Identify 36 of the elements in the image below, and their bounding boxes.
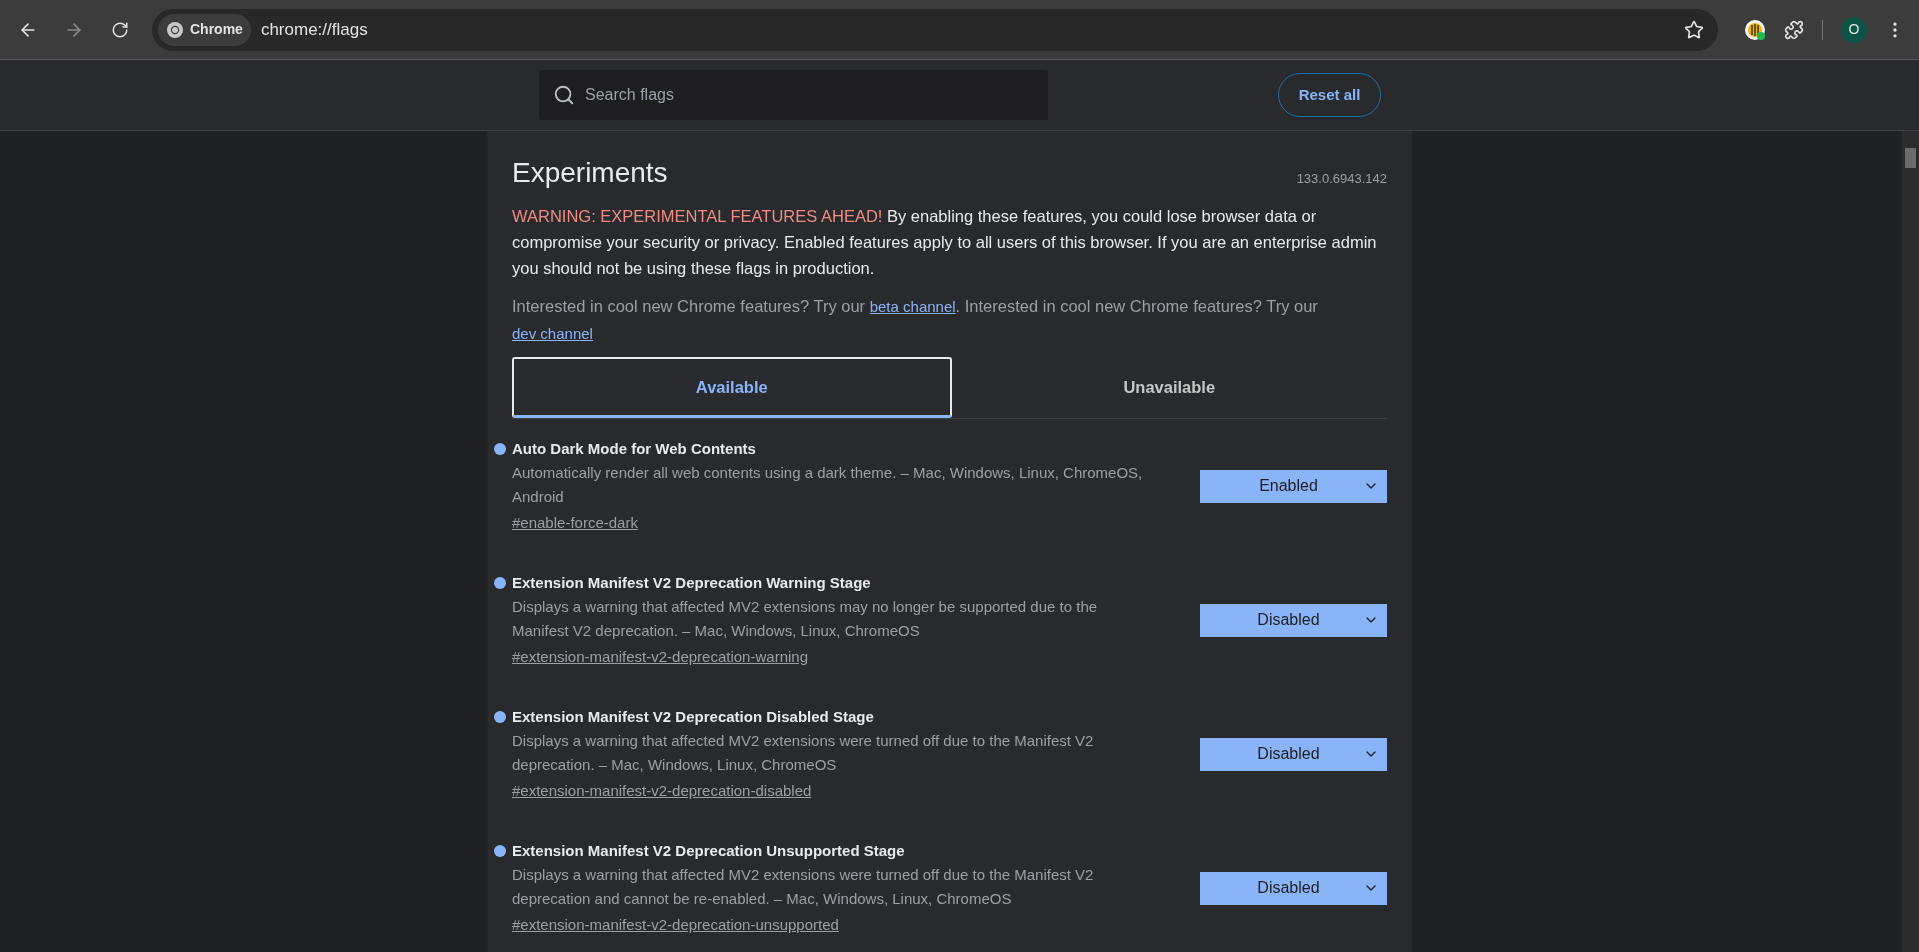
reload-icon bbox=[111, 20, 129, 39]
page-title: Experiments bbox=[512, 156, 668, 190]
channel-link[interactable]: beta channel bbox=[869, 298, 956, 315]
flag-select[interactable]: Enabled bbox=[1200, 469, 1387, 503]
flag-title: Extension Manifest V2 Deprecation Disabled Stage bbox=[512, 707, 874, 727]
flag-description: Automatically render all web contents using a dark theme. – Mac, Windows, Linux, ChromeOS, Android bbox=[512, 463, 1144, 507]
warning-paragraph: WARNING: EXPERIMENTAL FEATURES AHEAD! By enabling these features, you could lose browser data or compromise your security or privacy. Enabled features apply to all users of this browser. If you are an enterprise admin you should not be using these flags in production. bbox=[512, 206, 1378, 279]
avatar[interactable]: O bbox=[1841, 16, 1867, 43]
flag-link[interactable]: #extension-manifest-v2-deprecation-disabled bbox=[512, 780, 812, 802]
flag-select[interactable]: Disabled bbox=[1200, 603, 1387, 637]
flag-title: Extension Manifest V2 Deprecation Warning Stage bbox=[512, 573, 871, 593]
channel-link[interactable]: dev channel bbox=[512, 325, 593, 342]
flag-title: Extension Manifest V2 Deprecation Unsupported Stage bbox=[512, 841, 905, 861]
flag-description: Displays a warning that affected MV2 extensions may no longer be supported due to the Manifest V2 deprecation. – Mac, Windows, Linux, ChromeOS bbox=[512, 597, 1099, 641]
bookmark-star-icon[interactable] bbox=[1684, 19, 1704, 40]
tab[interactable]: Available bbox=[512, 357, 952, 418]
chrome-logo-icon bbox=[166, 20, 184, 39]
site-chip[interactable]: Chrome bbox=[158, 13, 251, 46]
search-icon bbox=[553, 84, 575, 106]
extension-badge-icon[interactable] bbox=[1744, 18, 1766, 41]
flag-link[interactable]: #enable-force-dark bbox=[512, 512, 638, 534]
puzzle-icon[interactable] bbox=[1784, 19, 1804, 40]
tab[interactable]: Unavailable bbox=[951, 357, 1387, 418]
flag-select[interactable]: Disabled bbox=[1200, 871, 1387, 905]
flag-description: Displays a warning that affected MV2 extensions were turned off due to the Manifest V2 deprecation. – Mac, Windows, Linux, ChromeOS bbox=[512, 731, 1095, 775]
address-bar[interactable]: Chrome chrome://flags bbox=[152, 8, 1718, 51]
flag-link[interactable]: #extension-manifest-v2-deprecation-warning bbox=[512, 646, 808, 668]
flag-title: Auto Dark Mode for Web Contents bbox=[512, 439, 756, 459]
flag-description: Displays a warning that affected MV2 extensions were turned off due to the Manifest V2 deprecation and cannot be re-enabled. – Mac, Windows, Linux, ChromeOS bbox=[512, 865, 1095, 909]
search-field[interactable]: Search flags bbox=[539, 70, 1048, 120]
url-text: chrome://flags bbox=[260, 18, 369, 41]
promo-paragraph: Interested in cool new Chrome features? Try our beta channel. Interested in cool new Chrome features? Try our dev channel bbox=[512, 296, 1319, 344]
flag-link[interactable]: #extension-manifest-v2-deprecation-unsupported bbox=[512, 914, 839, 936]
version-text: 133.0.6943.142 bbox=[1296, 170, 1387, 188]
flag-select[interactable]: Disabled bbox=[1200, 737, 1387, 771]
scrollbar-thumb[interactable] bbox=[1905, 148, 1916, 168]
